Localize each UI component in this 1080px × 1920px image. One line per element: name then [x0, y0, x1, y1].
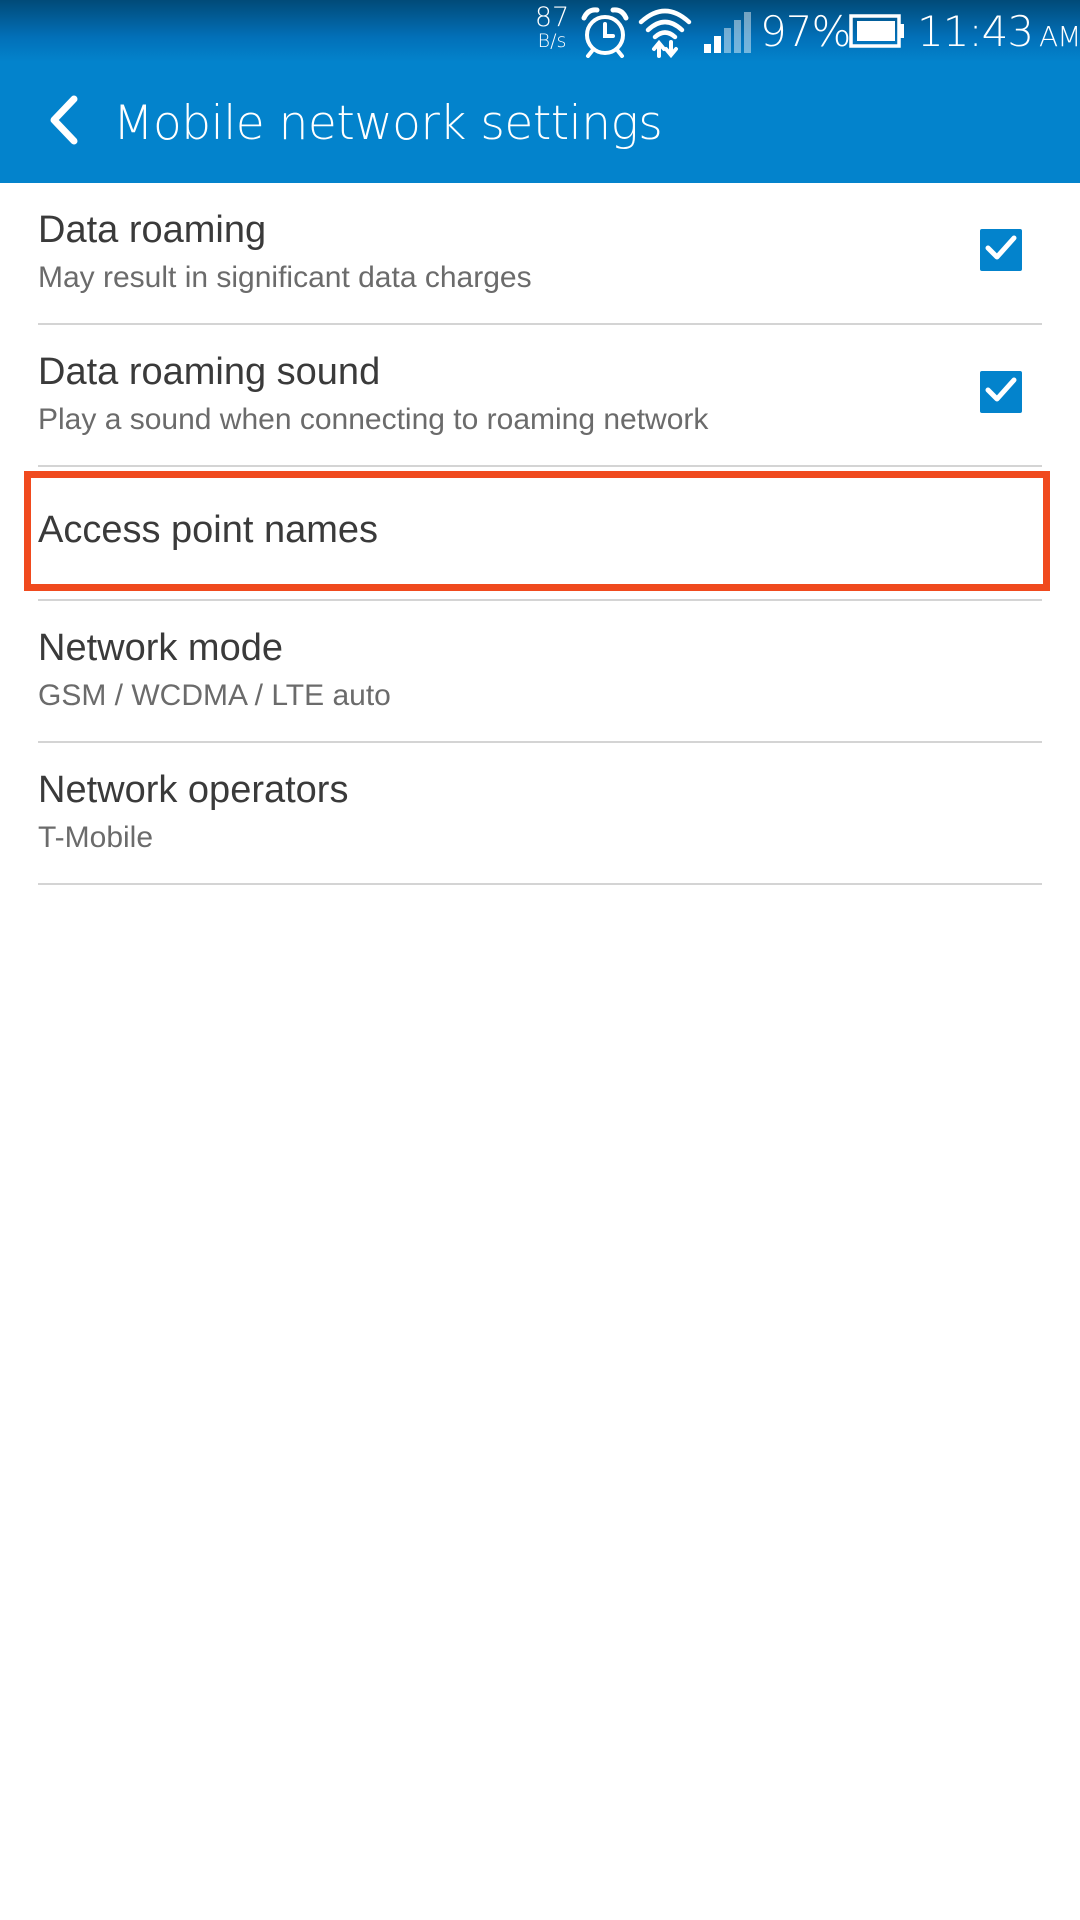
setting-subtitle: Play a sound when connecting to roaming … — [38, 403, 709, 436]
clock-suffix: AM — [1039, 20, 1080, 53]
status-bar: 87 B/s 97% 11:43 AM — [0, 0, 1080, 62]
checkmark-icon — [984, 375, 1018, 410]
signal-icon — [702, 10, 752, 59]
setting-network-mode[interactable]: Network mode GSM / WCDMA / LTE auto — [0, 601, 1080, 743]
divider — [38, 883, 1042, 885]
setting-access-point-names[interactable]: Access point names — [0, 467, 1080, 587]
data-roaming-checkbox[interactable] — [980, 229, 1022, 271]
setting-subtitle: May result in significant data charges — [38, 261, 532, 294]
setting-title: Network operators — [38, 769, 349, 811]
back-button[interactable] — [28, 86, 100, 158]
setting-title: Access point names — [38, 509, 379, 551]
app-bar: Mobile network settings — [0, 62, 1080, 183]
setting-subtitle: GSM / WCDMA / LTE auto — [38, 679, 391, 712]
data-roaming-sound-checkbox[interactable] — [980, 371, 1022, 413]
setting-title: Network mode — [38, 627, 283, 669]
setting-data-roaming-sound[interactable]: Data roaming sound Play a sound when con… — [0, 325, 1080, 467]
page-title: Mobile network settings — [113, 96, 663, 151]
setting-subtitle: T-Mobile — [38, 821, 154, 854]
network-speed-unit: B/s — [537, 30, 567, 52]
checkmark-icon — [984, 233, 1018, 268]
setting-title: Data roaming — [38, 209, 267, 251]
alarm-icon — [580, 6, 630, 63]
setting-network-operators[interactable]: Network operators T-Mobile — [0, 743, 1080, 885]
wifi-icon — [637, 4, 693, 63]
setting-title: Data roaming sound — [38, 351, 381, 393]
battery-percent: 97% — [760, 7, 851, 56]
back-arrow-icon — [44, 94, 84, 151]
clock-time: 11:43 — [917, 7, 1034, 56]
network-speed: 87 B/s — [528, 4, 576, 51]
setting-data-roaming[interactable]: Data roaming May result in significant d… — [0, 183, 1080, 325]
battery-icon — [849, 14, 905, 53]
clock: 11:43 AM — [917, 7, 1080, 56]
network-speed-value: 87 — [534, 2, 570, 33]
